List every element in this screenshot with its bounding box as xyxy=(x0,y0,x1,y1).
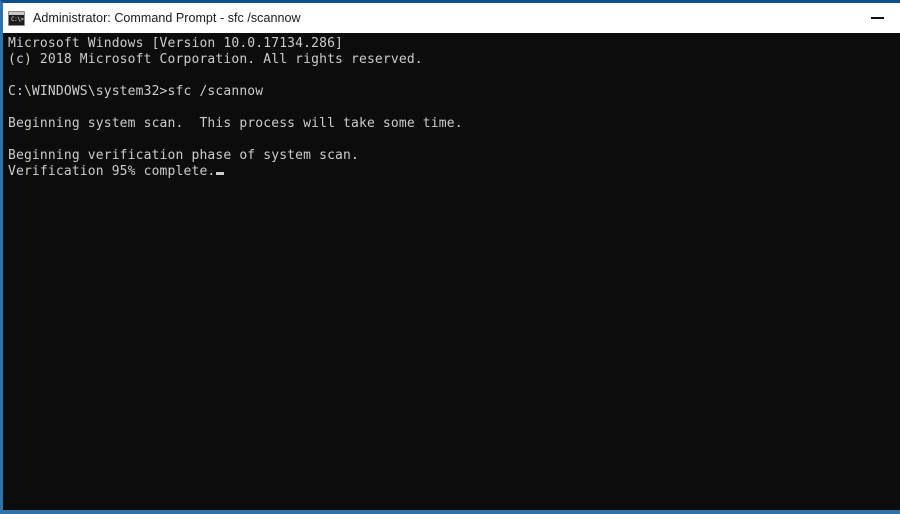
terminal-progress-text: Verification 95% complete. xyxy=(8,164,216,179)
terminal-output-area[interactable]: Microsoft Windows [Version 10.0.17134.28… xyxy=(3,33,900,514)
icon-titlebar-strip xyxy=(9,11,24,15)
window-bottom-edge xyxy=(3,510,900,514)
terminal-line: Microsoft Windows [Version 10.0.17134.28… xyxy=(8,36,344,51)
command-prompt-window: C:\> Administrator: Command Prompt - sfc… xyxy=(0,0,900,514)
command-prompt-icon: C:\> xyxy=(8,10,25,26)
terminal-line: Beginning system scan. This process will… xyxy=(8,116,463,131)
title-bar[interactable]: C:\> Administrator: Command Prompt - sfc… xyxy=(3,3,900,34)
terminal-line: (c) 2018 Microsoft Corporation. All righ… xyxy=(8,52,423,67)
terminal-line-progress: Verification 95% complete. xyxy=(8,164,900,180)
window-title: Administrator: Command Prompt - sfc /sca… xyxy=(33,11,301,25)
minimize-button[interactable] xyxy=(855,3,900,33)
icon-prompt-glyph: C:\> xyxy=(11,15,24,23)
minimize-icon xyxy=(871,17,884,19)
terminal-line-command: C:\WINDOWS\system32>sfc /scannow xyxy=(8,84,264,99)
terminal-line: Beginning verification phase of system s… xyxy=(8,148,359,163)
text-cursor xyxy=(216,172,225,175)
